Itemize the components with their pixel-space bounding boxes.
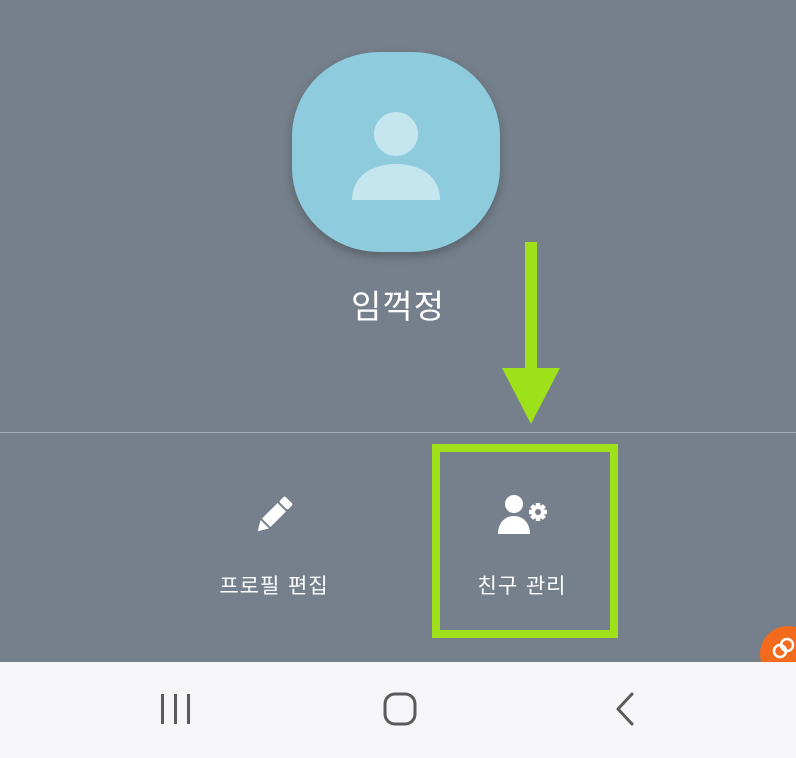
edit-profile-label: 프로필 편집 xyxy=(219,574,329,598)
back-icon xyxy=(616,692,634,726)
edit-profile-button[interactable]: 프로필 편집 xyxy=(184,445,364,630)
manage-friends-label: 친구 관리 xyxy=(477,574,567,598)
link-icon xyxy=(772,637,795,659)
home-icon xyxy=(383,692,417,726)
profile-avatar[interactable] xyxy=(292,52,500,252)
pencil-icon xyxy=(184,490,364,540)
down-arrow-icon xyxy=(502,242,560,424)
manage-friends-button[interactable]: 친구 관리 xyxy=(432,445,612,630)
recents-button[interactable] xyxy=(146,688,206,732)
divider xyxy=(0,432,796,433)
profile-screen: 임꺽정 프로필 편집 친구 관리 xyxy=(0,0,796,662)
person-icon xyxy=(352,112,440,200)
home-button[interactable] xyxy=(370,688,430,732)
profile-name: 임꺽정 xyxy=(350,287,446,326)
person-settings-icon xyxy=(432,490,612,540)
navigation-bar xyxy=(0,662,796,758)
back-button[interactable] xyxy=(596,688,656,732)
recents-icon xyxy=(161,694,190,724)
